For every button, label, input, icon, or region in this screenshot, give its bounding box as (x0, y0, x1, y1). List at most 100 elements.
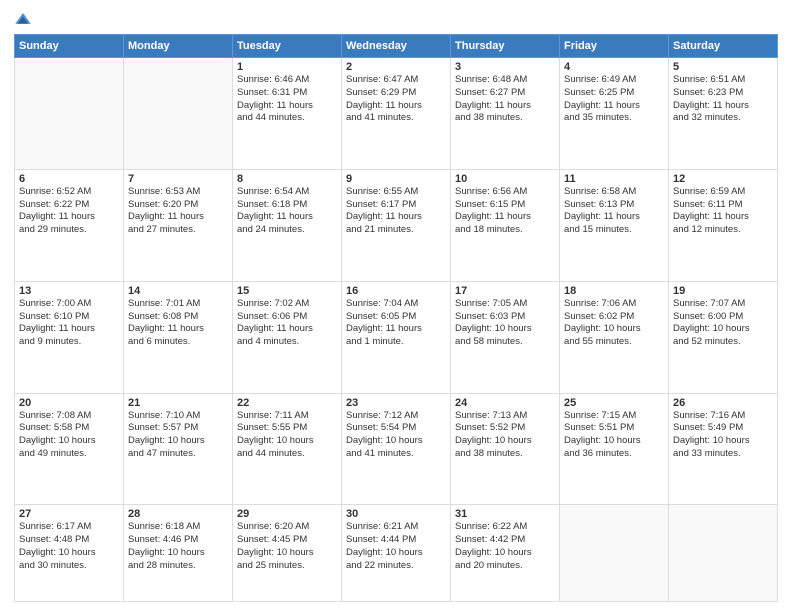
cell-line: Sunrise: 7:12 AM (346, 410, 446, 423)
calendar-cell: 25Sunrise: 7:15 AMSunset: 5:51 PMDayligh… (560, 393, 669, 505)
cell-line: Sunrise: 6:48 AM (455, 74, 555, 87)
cell-line: Sunrise: 6:52 AM (19, 186, 119, 199)
cell-line: Sunset: 6:15 PM (455, 199, 555, 212)
calendar-cell: 24Sunrise: 7:13 AMSunset: 5:52 PMDayligh… (451, 393, 560, 505)
day-number: 28 (128, 508, 228, 520)
week-row-4: 20Sunrise: 7:08 AMSunset: 5:58 PMDayligh… (15, 393, 778, 505)
cell-line: Sunrise: 7:02 AM (237, 298, 337, 311)
cell-line: Daylight: 11 hours (237, 323, 337, 336)
cell-line: Daylight: 11 hours (346, 211, 446, 224)
cell-line: Sunset: 4:48 PM (19, 534, 119, 547)
cell-line: and 9 minutes. (19, 336, 119, 349)
calendar-cell: 31Sunrise: 6:22 AMSunset: 4:42 PMDayligh… (451, 505, 560, 602)
cell-line: Daylight: 11 hours (564, 100, 664, 113)
calendar-cell: 10Sunrise: 6:56 AMSunset: 6:15 PMDayligh… (451, 169, 560, 281)
cell-line: Daylight: 11 hours (19, 211, 119, 224)
cell-line: Sunrise: 7:15 AM (564, 410, 664, 423)
cell-line: Sunrise: 7:04 AM (346, 298, 446, 311)
cell-line: and 52 minutes. (673, 336, 773, 349)
cell-line: Sunset: 4:42 PM (455, 534, 555, 547)
weekday-header-sunday: Sunday (15, 35, 124, 58)
cell-line: Sunset: 5:55 PM (237, 422, 337, 435)
cell-line: Sunrise: 7:16 AM (673, 410, 773, 423)
day-number: 27 (19, 508, 119, 520)
cell-line: Sunrise: 7:01 AM (128, 298, 228, 311)
cell-line: Daylight: 10 hours (346, 435, 446, 448)
calendar-cell: 30Sunrise: 6:21 AMSunset: 4:44 PMDayligh… (342, 505, 451, 602)
cell-line: Sunset: 6:13 PM (564, 199, 664, 212)
cell-line: Sunset: 6:11 PM (673, 199, 773, 212)
cell-line: Sunrise: 6:53 AM (128, 186, 228, 199)
calendar-cell: 14Sunrise: 7:01 AMSunset: 6:08 PMDayligh… (124, 281, 233, 393)
cell-line: Sunset: 6:05 PM (346, 311, 446, 324)
cell-line: and 28 minutes. (128, 560, 228, 573)
cell-line: Sunset: 6:25 PM (564, 87, 664, 100)
cell-line: and 41 minutes. (346, 448, 446, 461)
cell-line: Sunset: 4:45 PM (237, 534, 337, 547)
weekday-header-saturday: Saturday (669, 35, 778, 58)
calendar-cell: 18Sunrise: 7:06 AMSunset: 6:02 PMDayligh… (560, 281, 669, 393)
day-number: 30 (346, 508, 446, 520)
cell-line: Sunset: 6:23 PM (673, 87, 773, 100)
cell-line: Daylight: 10 hours (673, 435, 773, 448)
cell-line: Sunrise: 6:22 AM (455, 521, 555, 534)
cell-line: Sunrise: 7:10 AM (128, 410, 228, 423)
cell-line: Daylight: 10 hours (673, 323, 773, 336)
logo-icon (14, 10, 32, 28)
day-number: 29 (237, 508, 337, 520)
day-number: 3 (455, 61, 555, 73)
calendar-cell: 6Sunrise: 6:52 AMSunset: 6:22 PMDaylight… (15, 169, 124, 281)
cell-line: Daylight: 11 hours (564, 211, 664, 224)
cell-line: Sunrise: 6:58 AM (564, 186, 664, 199)
day-number: 5 (673, 61, 773, 73)
day-number: 9 (346, 173, 446, 185)
cell-line: Sunset: 6:00 PM (673, 311, 773, 324)
cell-line: Sunset: 5:52 PM (455, 422, 555, 435)
cell-line: Sunset: 6:06 PM (237, 311, 337, 324)
cell-line: Sunrise: 6:59 AM (673, 186, 773, 199)
cell-line: Daylight: 10 hours (19, 547, 119, 560)
cell-line: Sunset: 6:27 PM (455, 87, 555, 100)
cell-line: Sunrise: 6:49 AM (564, 74, 664, 87)
cell-line: Sunset: 4:46 PM (128, 534, 228, 547)
calendar-cell: 17Sunrise: 7:05 AMSunset: 6:03 PMDayligh… (451, 281, 560, 393)
page: SundayMondayTuesdayWednesdayThursdayFrid… (0, 0, 792, 612)
cell-line: Sunset: 6:22 PM (19, 199, 119, 212)
calendar-cell: 13Sunrise: 7:00 AMSunset: 6:10 PMDayligh… (15, 281, 124, 393)
day-number: 4 (564, 61, 664, 73)
cell-line: Sunset: 6:18 PM (237, 199, 337, 212)
cell-line: and 25 minutes. (237, 560, 337, 573)
cell-line: Sunrise: 7:08 AM (19, 410, 119, 423)
day-number: 23 (346, 397, 446, 409)
cell-line: and 20 minutes. (455, 560, 555, 573)
cell-line: and 49 minutes. (19, 448, 119, 461)
cell-line: Sunset: 5:51 PM (564, 422, 664, 435)
day-number: 1 (237, 61, 337, 73)
cell-line: and 6 minutes. (128, 336, 228, 349)
weekday-header-monday: Monday (124, 35, 233, 58)
cell-line: Sunset: 6:10 PM (19, 311, 119, 324)
cell-line: Daylight: 10 hours (237, 435, 337, 448)
day-number: 19 (673, 285, 773, 297)
cell-line: and 47 minutes. (128, 448, 228, 461)
calendar-cell: 21Sunrise: 7:10 AMSunset: 5:57 PMDayligh… (124, 393, 233, 505)
cell-line: Daylight: 10 hours (19, 435, 119, 448)
cell-line: and 58 minutes. (455, 336, 555, 349)
weekday-header-row: SundayMondayTuesdayWednesdayThursdayFrid… (15, 35, 778, 58)
day-number: 24 (455, 397, 555, 409)
weekday-header-tuesday: Tuesday (233, 35, 342, 58)
cell-line: and 41 minutes. (346, 112, 446, 125)
cell-line: Daylight: 10 hours (237, 547, 337, 560)
calendar-cell: 23Sunrise: 7:12 AMSunset: 5:54 PMDayligh… (342, 393, 451, 505)
calendar-cell: 7Sunrise: 6:53 AMSunset: 6:20 PMDaylight… (124, 169, 233, 281)
cell-line: Daylight: 10 hours (455, 323, 555, 336)
cell-line: Daylight: 11 hours (455, 211, 555, 224)
cell-line: Sunset: 5:58 PM (19, 422, 119, 435)
day-number: 20 (19, 397, 119, 409)
cell-line: Daylight: 10 hours (564, 435, 664, 448)
calendar-cell: 20Sunrise: 7:08 AMSunset: 5:58 PMDayligh… (15, 393, 124, 505)
cell-line: Daylight: 10 hours (346, 547, 446, 560)
cell-line: and 33 minutes. (673, 448, 773, 461)
cell-line: Sunrise: 6:47 AM (346, 74, 446, 87)
weekday-header-friday: Friday (560, 35, 669, 58)
